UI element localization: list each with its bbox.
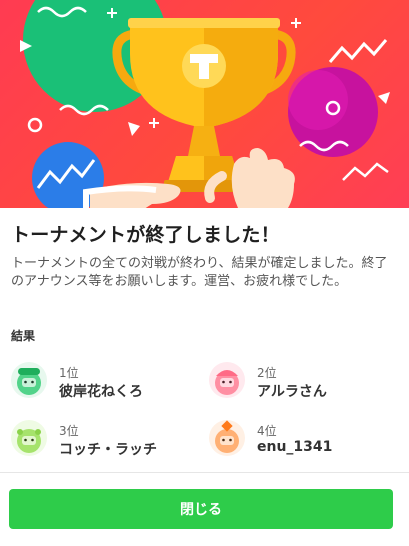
player-name: enu_1341 (257, 439, 333, 455)
dialog-description: トーナメントの全ての対戦が終わり、結果が確定しました。終了のアナウンス等をお願い… (11, 256, 388, 289)
tournament-finished-dialog: トーナメントが終了しました！ トーナメントの全ての対戦が終わり、結果が確定しまし… (0, 0, 409, 546)
rank-label: 3位 (59, 424, 79, 438)
player-name: アルラさん (257, 384, 327, 400)
result-item-2nd: 2位 アルラさん (209, 362, 399, 406)
player-avatar-icon (11, 420, 47, 456)
player-avatar-icon (11, 362, 47, 398)
rank-label: 2位 (257, 366, 277, 380)
player-avatar-icon (209, 362, 245, 398)
player-name: コッチ・ラッチ (59, 442, 157, 458)
close-button[interactable]: 閉じる (9, 489, 393, 529)
rank-label: 4位 (257, 424, 277, 438)
result-item-3rd: 3位 コッチ・ラッチ (11, 420, 201, 464)
results-heading: 結果 (11, 329, 36, 343)
dialog-title: トーナメントが終了しました！ (11, 224, 280, 246)
footer-divider (0, 472, 409, 473)
player-avatar-icon (209, 420, 245, 456)
player-name: 彼岸花ねくろ (59, 384, 143, 400)
trophy-illustration (0, 0, 409, 208)
result-item-4th: 4位 enu_1341 (209, 420, 399, 464)
result-item-1st: 1位 彼岸花ねくろ (11, 362, 201, 406)
rank-label: 1位 (59, 366, 79, 380)
